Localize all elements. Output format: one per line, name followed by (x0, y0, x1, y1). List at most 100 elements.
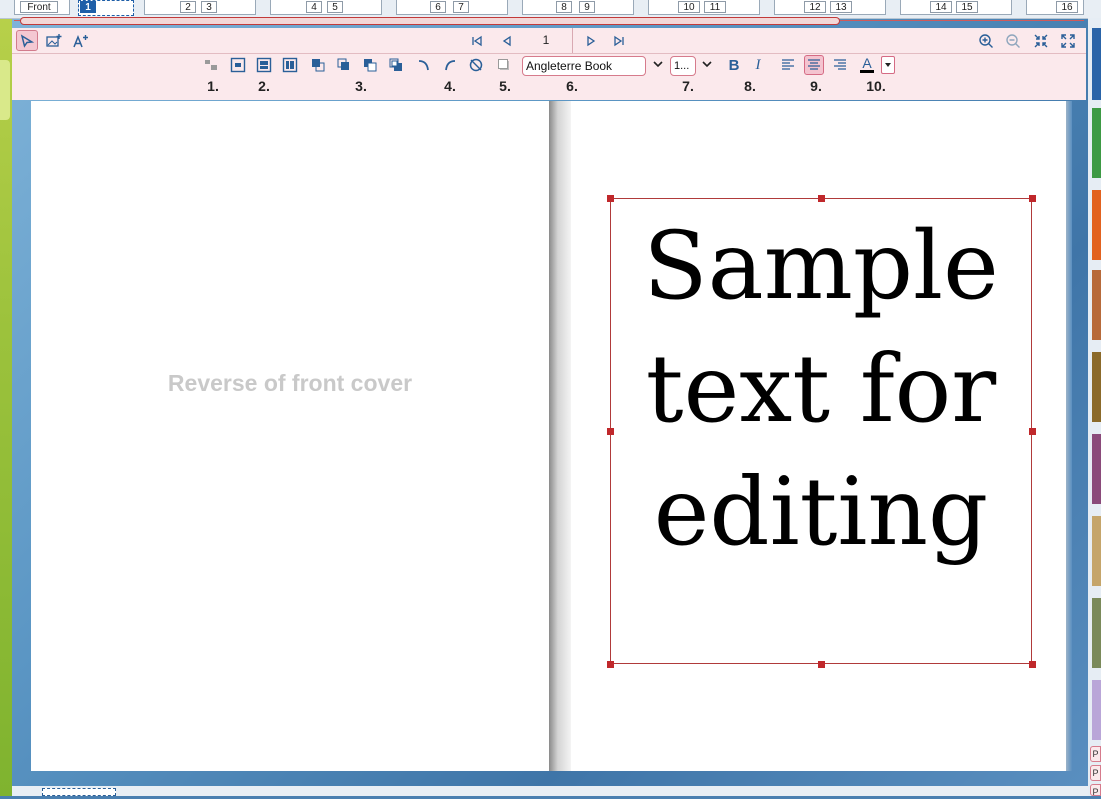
background-swatch[interactable] (1092, 270, 1101, 340)
background-swatch[interactable] (1092, 516, 1101, 586)
bottom-thumbnail[interactable] (42, 788, 116, 796)
page-shadow (1066, 101, 1072, 771)
resize-handle-top-left[interactable] (607, 195, 614, 202)
align-center-button[interactable] (804, 55, 824, 75)
reset-rotation-icon (469, 58, 483, 72)
background-swatch[interactable] (1092, 680, 1101, 740)
select-tool-button[interactable] (16, 30, 38, 51)
fullscreen-button[interactable] (1057, 30, 1079, 51)
thumb-page-number[interactable]: 15 (956, 1, 978, 13)
resize-handle-left[interactable] (607, 428, 614, 435)
sample-text-line: editing (653, 458, 989, 567)
add-text-button[interactable] (70, 30, 92, 51)
bring-to-front-button[interactable] (308, 55, 328, 75)
last-page-button[interactable] (608, 30, 630, 51)
background-swatch[interactable] (1092, 598, 1101, 668)
rotate-right-button[interactable] (440, 55, 460, 75)
font-size-chevron-down-icon[interactable] (701, 58, 713, 73)
thumb-spread-2-3[interactable] (144, 0, 256, 15)
add-image-icon (46, 33, 62, 47)
thumb-front-label[interactable]: Front (20, 1, 58, 13)
zoom-out-icon (1006, 33, 1020, 48)
align-left-button[interactable] (778, 55, 798, 75)
thumb-page-number[interactable]: 3 (201, 1, 217, 13)
fit-page-button[interactable] (1030, 30, 1052, 51)
add-image-button[interactable] (43, 30, 65, 51)
thumb-spread-6-7[interactable] (396, 0, 508, 15)
font-family-select[interactable]: Angleterre Book (522, 56, 646, 76)
thumb-page-number[interactable]: 7 (453, 1, 469, 13)
next-page-icon (587, 35, 596, 46)
text-color-dropdown[interactable] (881, 56, 895, 74)
frame-center-button[interactable] (228, 55, 248, 75)
thumb-page-number[interactable]: 8 (556, 1, 572, 13)
thumb-spread-8-9[interactable] (522, 0, 634, 15)
rail-tab[interactable]: P (1090, 784, 1101, 797)
thumb-page-1-number[interactable]: 1 (80, 1, 96, 13)
font-size-select[interactable]: 1... (670, 56, 696, 76)
first-page-button[interactable] (466, 30, 488, 51)
thumb-page-number[interactable]: 2 (180, 1, 196, 13)
rail-tab[interactable]: P (1090, 765, 1101, 781)
strip-scrollbar[interactable] (20, 17, 840, 25)
thumb-page-number[interactable]: 14 (930, 1, 952, 13)
thumb-page-number[interactable]: 10 (678, 1, 700, 13)
align-objects-button[interactable] (201, 55, 221, 75)
shadow-icon (498, 59, 509, 70)
send-backward-button[interactable] (360, 55, 380, 75)
fullscreen-icon (1061, 33, 1075, 48)
reset-rotation-button[interactable] (466, 55, 486, 75)
thumb-page-number[interactable]: 16 (1056, 1, 1078, 13)
resize-handle-top-right[interactable] (1029, 195, 1036, 202)
thumb-page-number[interactable]: 5 (327, 1, 343, 13)
page-number-field[interactable]: 1 (520, 30, 572, 50)
thumb-page-number[interactable]: 9 (579, 1, 595, 13)
toolbar-separator (572, 28, 573, 53)
text-color-button[interactable]: A (857, 54, 877, 74)
sample-text-block[interactable]: Sample text for editing (610, 205, 1032, 574)
resize-handle-bottom-left[interactable] (607, 661, 614, 668)
thumb-page-number[interactable]: 6 (430, 1, 446, 13)
shadow-button[interactable] (494, 55, 514, 75)
thumb-page-number[interactable]: 13 (830, 1, 852, 13)
send-to-back-button[interactable] (386, 55, 406, 75)
group-label-8: 8. (744, 78, 756, 94)
resize-handle-right[interactable] (1029, 428, 1036, 435)
background-swatch[interactable] (1092, 352, 1101, 422)
thumb-page-number[interactable]: 4 (306, 1, 322, 13)
book-spine (549, 101, 571, 771)
align-left-icon (782, 59, 794, 70)
bold-button[interactable]: B (724, 55, 744, 75)
caret-down-icon (885, 63, 891, 67)
background-swatch[interactable] (1092, 190, 1101, 260)
align-right-button[interactable] (830, 55, 850, 75)
frame-center-icon (230, 57, 246, 73)
zoom-out-button[interactable] (1002, 30, 1024, 51)
thumb-page-number[interactable]: 12 (804, 1, 826, 13)
background-swatch[interactable] (1092, 434, 1101, 504)
left-page[interactable] (31, 101, 549, 771)
resize-handle-top[interactable] (818, 195, 825, 202)
frame-fit-button[interactable] (280, 55, 300, 75)
left-panel-tab[interactable] (0, 60, 10, 120)
group-label-9: 9. (810, 78, 822, 94)
bring-forward-button[interactable] (334, 55, 354, 75)
resize-handle-bottom[interactable] (818, 661, 825, 668)
group-label-7: 7. (682, 78, 694, 94)
first-page-icon (472, 35, 482, 46)
frame-fill-button[interactable] (254, 55, 274, 75)
background-swatch[interactable] (1092, 108, 1101, 178)
font-family-chevron-down-icon[interactable] (652, 58, 664, 73)
group-label-2: 2. (258, 78, 270, 94)
rotate-left-button[interactable] (414, 55, 434, 75)
background-swatch[interactable] (1092, 28, 1101, 100)
italic-button[interactable]: I (748, 55, 768, 75)
rail-tab[interactable]: P (1090, 746, 1101, 762)
resize-handle-bottom-right[interactable] (1029, 661, 1036, 668)
thumb-spread-4-5[interactable] (270, 0, 382, 15)
previous-page-button[interactable] (496, 30, 518, 51)
next-page-button[interactable] (580, 30, 602, 51)
zoom-in-button[interactable] (975, 30, 997, 51)
group-label-10: 10. (866, 78, 886, 94)
thumb-page-number[interactable]: 11 (704, 1, 726, 13)
